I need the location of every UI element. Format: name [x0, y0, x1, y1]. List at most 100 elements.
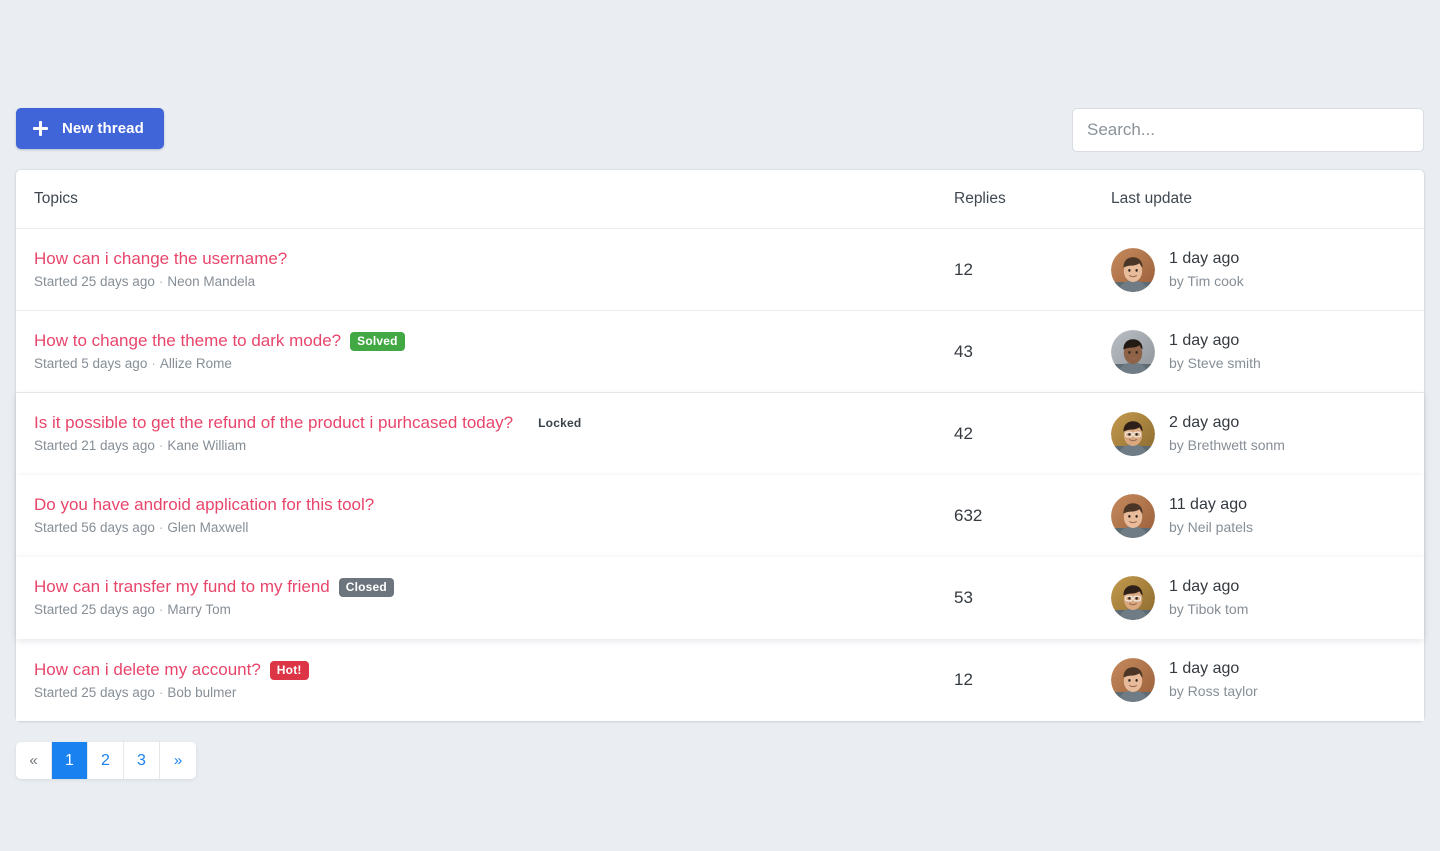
status-badge: Closed — [339, 578, 394, 597]
plus-icon — [33, 121, 48, 136]
topic-title-link[interactable]: How to change the theme to dark mode? — [34, 332, 341, 351]
topic-cell: Do you have android application for this… — [34, 496, 954, 535]
topic-author: Kane William — [167, 438, 246, 453]
new-thread-label: New thread — [62, 120, 144, 137]
table-row[interactable]: How to change the theme to dark mode? So… — [16, 311, 1424, 393]
avatar — [1111, 494, 1155, 538]
last-update-by: by Tibok tom — [1169, 601, 1248, 619]
meta-separator: · — [147, 356, 160, 371]
last-update-by: by Tim cook — [1169, 273, 1244, 291]
last-update-when: 1 day ago — [1169, 249, 1244, 269]
table-row[interactable]: How can i change the username? Started 2… — [16, 229, 1424, 311]
table-header: Topics Replies Last update — [16, 170, 1424, 229]
replies-cell: 43 — [954, 342, 1111, 362]
topic-title-line: How can i change the username? — [34, 250, 954, 269]
topic-title-line: How can i transfer my fund to my friend … — [34, 578, 954, 597]
topic-title-link[interactable]: Do you have android application for this… — [34, 496, 374, 515]
column-header-topics: Topics — [34, 190, 954, 208]
column-header-replies: Replies — [954, 190, 1111, 208]
topic-title-line: Is it possible to get the refund of the … — [34, 414, 954, 433]
topic-author: Glen Maxwell — [167, 520, 248, 535]
replies-cell: 42 — [954, 424, 1111, 444]
last-update-when: 1 day ago — [1169, 331, 1261, 351]
last-update-cell: 11 day ago by Neil patels — [1111, 494, 1253, 538]
last-update-cell: 1 day ago by Ross taylor — [1111, 658, 1258, 702]
topic-started: Started 56 days ago — [34, 520, 155, 535]
topic-cell: How can i change the username? Started 2… — [34, 250, 954, 289]
avatar — [1111, 330, 1155, 374]
topic-cell: How to change the theme to dark mode? So… — [34, 332, 954, 371]
pagination-next[interactable]: » — [160, 742, 196, 779]
last-update-cell: 1 day ago by Tibok tom — [1111, 576, 1248, 620]
topic-title-link[interactable]: How can i delete my account? — [34, 661, 261, 680]
last-update-text: 11 day ago by Neil patels — [1169, 495, 1253, 537]
topic-started: Started 21 days ago — [34, 438, 155, 453]
last-update-text: 1 day ago by Tibok tom — [1169, 577, 1248, 619]
topic-meta: Started 21 days ago·Kane William — [34, 438, 954, 453]
topic-started: Started 5 days ago — [34, 356, 147, 371]
topic-started: Started 25 days ago — [34, 274, 155, 289]
replies-cell: 632 — [954, 506, 1111, 526]
last-update-text: 1 day ago by Steve smith — [1169, 331, 1261, 373]
avatar — [1111, 248, 1155, 292]
search-input[interactable] — [1072, 108, 1424, 152]
pagination-page-3[interactable]: 3 — [124, 742, 160, 779]
forum-page: New thread Topics Replies Last update Ho… — [0, 0, 1440, 851]
table-body: How can i change the username? Started 2… — [16, 229, 1424, 721]
meta-separator: · — [155, 520, 168, 535]
search-container — [1072, 108, 1424, 152]
topic-cell: Is it possible to get the refund of the … — [34, 414, 954, 453]
meta-separator: · — [155, 685, 168, 700]
topic-cell: How can i transfer my fund to my friend … — [34, 578, 954, 617]
last-update-by: by Brethwett sonm — [1169, 437, 1285, 455]
replies-count: 42 — [954, 424, 973, 443]
table-row[interactable]: Do you have android application for this… — [16, 475, 1424, 557]
avatar — [1111, 658, 1155, 702]
topic-meta: Started 25 days ago·Neon Mandela — [34, 274, 954, 289]
last-update-when: 2 day ago — [1169, 413, 1285, 433]
table-row[interactable]: How can i transfer my fund to my friend … — [16, 557, 1424, 639]
topic-author: Bob bulmer — [167, 685, 236, 700]
last-update-cell: 2 day ago by Brethwett sonm — [1111, 412, 1285, 456]
replies-count: 12 — [954, 670, 973, 689]
last-update-by: by Neil patels — [1169, 519, 1253, 537]
last-update-text: 2 day ago by Brethwett sonm — [1169, 413, 1285, 455]
last-update-cell: 1 day ago by Tim cook — [1111, 248, 1244, 292]
toolbar: New thread — [16, 108, 1424, 154]
pagination-page-1[interactable]: 1 — [52, 742, 88, 779]
pagination-page-2[interactable]: 2 — [88, 742, 124, 779]
topic-title-line: How can i delete my account? Hot! — [34, 661, 954, 680]
meta-separator: · — [155, 602, 168, 617]
replies-count: 53 — [954, 588, 973, 607]
new-thread-button[interactable]: New thread — [16, 108, 164, 149]
topic-started: Started 25 days ago — [34, 602, 155, 617]
last-update-when: 1 day ago — [1169, 577, 1248, 597]
last-update-by: by Ross taylor — [1169, 683, 1258, 701]
topic-title-link[interactable]: How can i change the username? — [34, 250, 287, 269]
topic-started: Started 25 days ago — [34, 685, 155, 700]
topic-cell: How can i delete my account? Hot! Starte… — [34, 661, 954, 700]
meta-separator: · — [155, 438, 168, 453]
topic-title-link[interactable]: Is it possible to get the refund of the … — [34, 414, 513, 433]
status-badge: Solved — [350, 332, 405, 351]
topics-card: Topics Replies Last update How can i cha… — [16, 170, 1424, 721]
topic-author: Neon Mandela — [167, 274, 255, 289]
pagination: «123» — [16, 742, 196, 779]
topic-title-line: Do you have android application for this… — [34, 496, 954, 515]
avatar — [1111, 576, 1155, 620]
replies-cell: 12 — [954, 670, 1111, 690]
replies-count: 632 — [954, 506, 982, 525]
topic-meta: Started 56 days ago·Glen Maxwell — [34, 520, 954, 535]
table-row[interactable]: How can i delete my account? Hot! Starte… — [16, 639, 1424, 721]
last-update-when: 11 day ago — [1169, 495, 1253, 515]
replies-cell: 53 — [954, 588, 1111, 608]
table-row[interactable]: Is it possible to get the refund of the … — [16, 393, 1424, 475]
column-header-last-update: Last update — [1111, 190, 1192, 208]
avatar — [1111, 412, 1155, 456]
topic-title-link[interactable]: How can i transfer my fund to my friend — [34, 578, 330, 597]
topic-meta: Started 25 days ago·Marry Tom — [34, 602, 954, 617]
replies-count: 12 — [954, 260, 973, 279]
topic-title-line: How to change the theme to dark mode? So… — [34, 332, 954, 351]
last-update-when: 1 day ago — [1169, 659, 1258, 679]
pagination-prev[interactable]: « — [16, 742, 52, 779]
